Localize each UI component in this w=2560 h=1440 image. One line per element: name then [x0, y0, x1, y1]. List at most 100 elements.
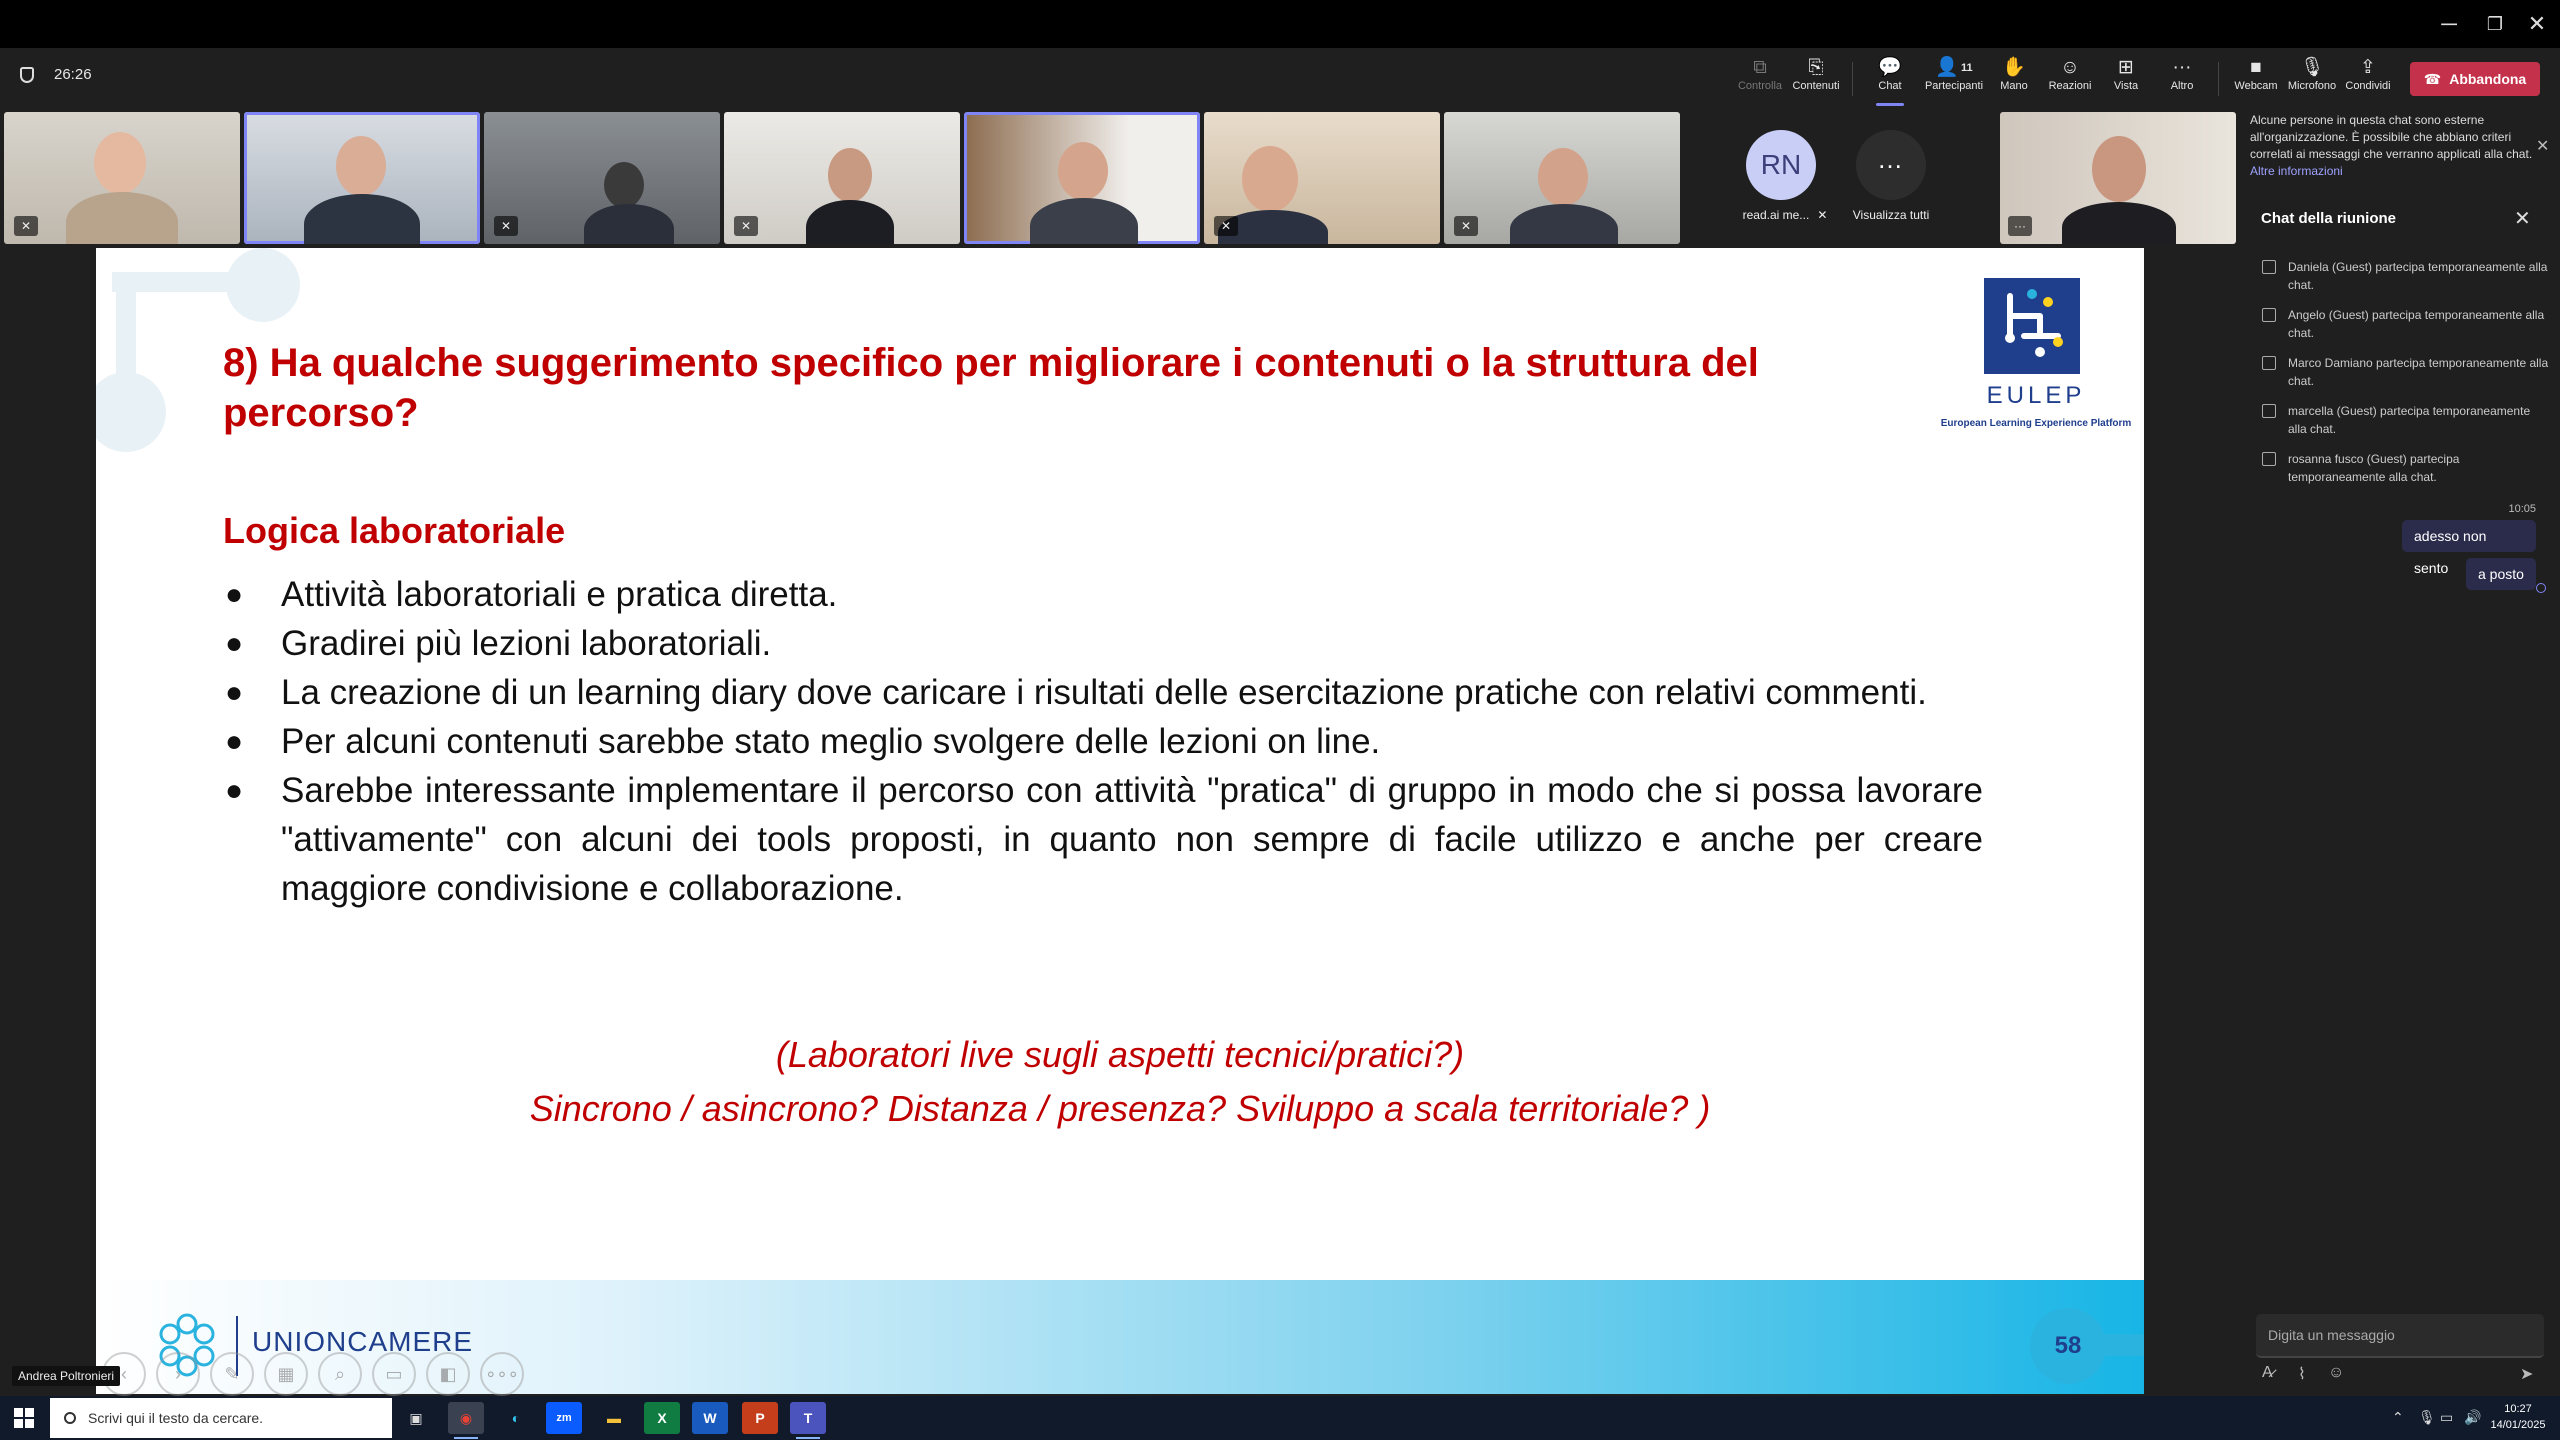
slides-grid-icon[interactable]: ▦ [264, 1352, 308, 1396]
network-icon[interactable]: ▭ [2440, 1409, 2453, 1426]
reactions-button[interactable]: ☺ Reazioni [2042, 56, 2098, 102]
camera-icon: ■ [2250, 57, 2262, 78]
message-compose-box[interactable] [2256, 1314, 2544, 1358]
emoji-icon[interactable]: ☺ [2328, 1364, 2344, 1382]
shield-icon [20, 66, 34, 83]
word-icon[interactable]: W [692, 1402, 728, 1434]
microphone-button[interactable]: 🎙 Microfono [2284, 56, 2340, 102]
powerpoint-icon[interactable]: P [742, 1402, 778, 1434]
list-item: ● Gradirei più lezioni laboratoriali. [223, 619, 1983, 668]
banner-close-icon[interactable]: ✕ [2536, 136, 2549, 156]
windows-start-icon[interactable] [14, 1408, 34, 1428]
chat-title: Chat della riunione [2261, 210, 2397, 227]
participant-tile[interactable]: ✕ [1444, 112, 1680, 244]
teams-icon[interactable]: T [790, 1402, 826, 1439]
meeting-chat-panel [2240, 110, 2560, 1396]
message-input[interactable] [2256, 1314, 2544, 1356]
self-view-tile[interactable]: ··· [2000, 112, 2236, 244]
list-item: ● Sarebbe interessante implementare il pe… [223, 766, 1983, 913]
bullet-icon: ● [225, 627, 244, 660]
participant-tile[interactable]: ✕ [724, 112, 960, 244]
camera-icon[interactable]: ◧ [426, 1352, 470, 1396]
next-slide-button[interactable]: › [156, 1352, 200, 1396]
eulep-logo [1984, 278, 2080, 374]
bullet-icon: ● [225, 725, 244, 758]
send-icon[interactable]: ➤ [2520, 1364, 2533, 1384]
join-icon [2262, 452, 2276, 466]
raise-hand-button[interactable]: ✋ Mano [1986, 56, 2042, 102]
more-button[interactable]: ··· Altro [2154, 56, 2210, 102]
participant-tile[interactable]: ✕ [484, 112, 720, 244]
grid-icon: ⊞ [2118, 57, 2134, 78]
join-icon [2262, 356, 2276, 370]
participant-video [604, 162, 644, 208]
participant-video [336, 136, 386, 196]
mic-muted-icon: ✕ [1214, 216, 1238, 236]
participant-tile[interactable] [964, 112, 1200, 244]
taskbar-clock[interactable]: 10:27 14/01/2025 [2488, 1401, 2548, 1433]
control-icon: ⧉ [1753, 57, 1767, 78]
zoom-icon[interactable]: ⌕ [318, 1352, 362, 1396]
share-content-icon: ⎘ [1808, 57, 1824, 78]
tray-expand-icon[interactable]: ⌃ [2392, 1409, 2404, 1426]
edge-icon[interactable]: ◐ [498, 1402, 534, 1434]
message-timestamp: 10:05 [2508, 503, 2536, 515]
participant-tile[interactable]: ✕ [1204, 112, 1440, 244]
chat-message[interactable]: a posto [2466, 558, 2536, 590]
subtitles-icon[interactable]: ▭ [372, 1352, 416, 1396]
logo-wordmark: EULEP [1986, 382, 2086, 409]
meeting-timer: 26:26 [20, 66, 92, 83]
close-window-button[interactable]: ✕ [2512, 6, 2560, 42]
more-options-icon[interactable]: ··· [2008, 216, 2032, 236]
chat-close-icon[interactable]: ✕ [2514, 206, 2531, 231]
volume-icon[interactable]: 🔊 [2464, 1409, 2481, 1426]
file-explorer-icon[interactable]: ▬ [596, 1402, 632, 1434]
avatar[interactable]: RN [1746, 130, 1816, 200]
smiley-icon: ☺ [2060, 57, 2080, 78]
taskbar-search[interactable]: Scrivi qui il testo da cercare. [50, 1398, 392, 1438]
excel-icon[interactable]: X [644, 1402, 680, 1434]
chrome-icon[interactable]: ◉ [448, 1402, 484, 1439]
zoom-app-icon[interactable]: zm [546, 1402, 582, 1434]
participant-tile[interactable]: ✕ [4, 112, 240, 244]
mic-muted-icon: ✕ [734, 216, 758, 236]
attach-icon[interactable]: ⌇ [2298, 1364, 2306, 1384]
webcam-button[interactable]: ■ Webcam [2228, 56, 2284, 102]
share-screen-icon: ⇪ [2360, 57, 2376, 78]
leave-button[interactable]: ☎ Abbandona [2410, 62, 2540, 96]
system-message: Daniela (Guest) partecipa temporaneament… [2262, 258, 2552, 294]
control-button[interactable]: ⧉ Controlla [1732, 56, 1788, 102]
logo-subtitle: European Learning Experience Platform [1940, 418, 2132, 429]
tray-mic-icon[interactable]: 🎙 [2418, 1409, 2436, 1426]
system-message: Marco Damiano partecipa temporaneamente … [2262, 354, 2552, 390]
question-line-1: (Laboratori live sugli aspetti tecnici/p… [775, 1034, 1465, 1075]
view-all-participants-button[interactable]: … [1856, 130, 1926, 200]
system-message: Angelo (Guest) partecipa temporaneamente… [2262, 306, 2552, 342]
more-info-link[interactable]: Altre informazioni [2250, 164, 2343, 178]
minimize-button[interactable]: ─ [2424, 6, 2474, 42]
more-options-icon[interactable]: ∘∘∘ [480, 1352, 524, 1396]
content-button[interactable]: ⎘ Contenuti [1788, 56, 1844, 102]
list-item: ● La creazione di un learning diary dove … [223, 668, 1983, 717]
bullet-icon: ● [225, 774, 244, 807]
mic-off-icon: 🎙 [2299, 57, 2325, 78]
presenter-name-label: Andrea Poltronieri [12, 1366, 121, 1386]
external-users-banner: Alcune persone in questa chat sono ester… [2250, 113, 2533, 178]
self-video [2092, 136, 2146, 202]
chat-message[interactable]: adesso non sento [2402, 520, 2536, 576]
avatar-label: read.ai me... ✕ [1742, 208, 1828, 222]
join-icon [2262, 260, 2276, 274]
question-line-2: Sincrono / asincrono? Distanza / presenz… [529, 1088, 1711, 1129]
task-view-icon[interactable]: ▣ [398, 1402, 434, 1434]
window-titlebar: ─ ❐ ✕ [0, 0, 2560, 48]
share-button[interactable]: ⇪ Condividi [2340, 56, 2396, 102]
view-button[interactable]: ⊞ Vista [2098, 56, 2154, 102]
pen-icon[interactable]: ✎ [210, 1352, 254, 1396]
ellipsis-icon: ··· [2172, 57, 2192, 78]
hand-icon: ✋ [2002, 57, 2026, 78]
windows-taskbar: Scrivi qui il testo da cercare. ▣ ◉ ◐ zm… [0, 1396, 2560, 1440]
participant-tile[interactable] [244, 112, 480, 244]
chat-button[interactable]: 💬 Chat [1862, 56, 1918, 106]
participants-button[interactable]: 👤 11 Partecipanti [1924, 56, 1984, 102]
format-icon[interactable]: A̷ [2262, 1364, 2273, 1382]
